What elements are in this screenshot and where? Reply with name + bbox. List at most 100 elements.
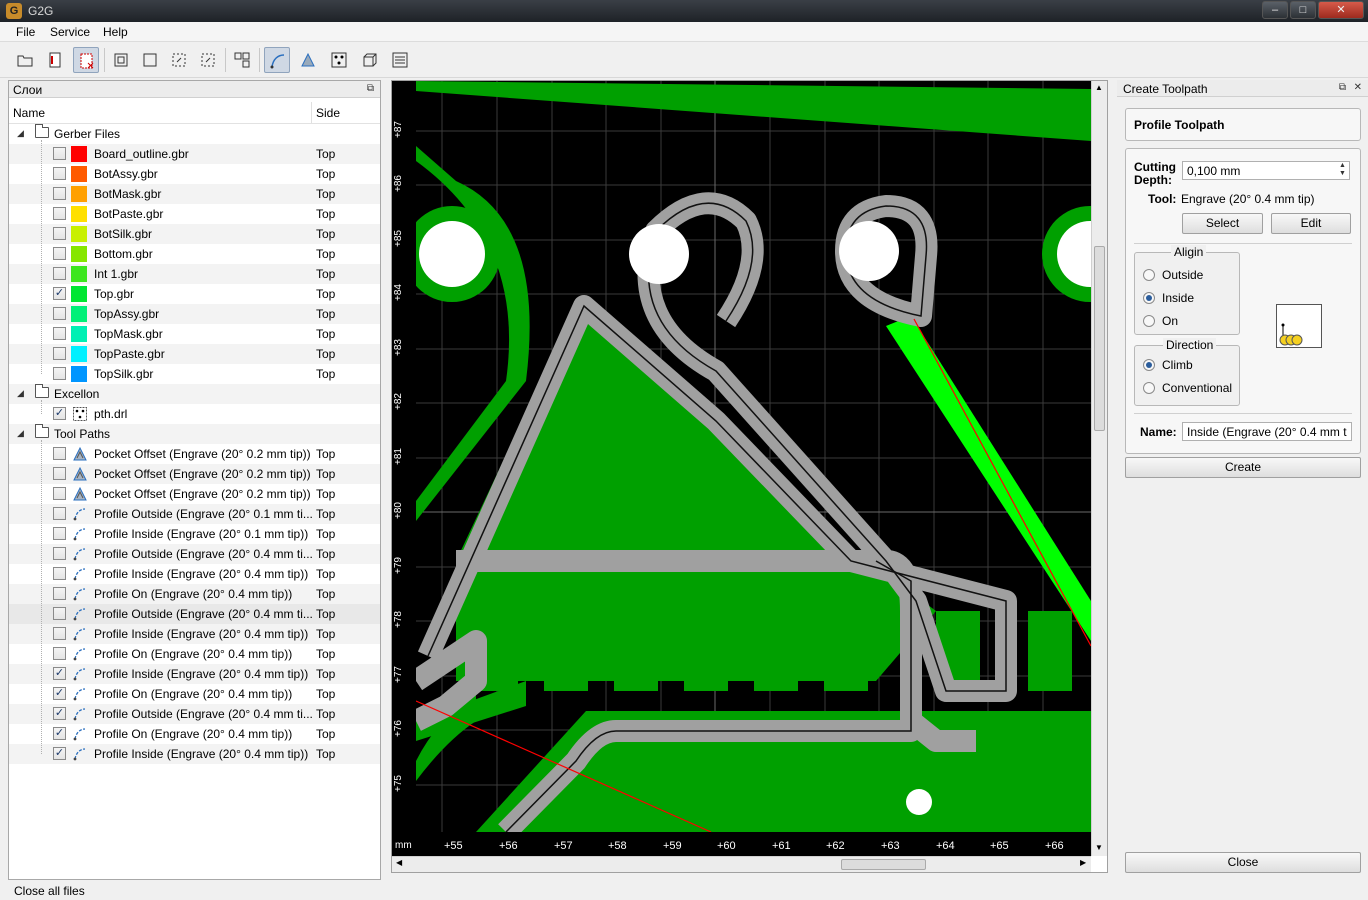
open-file-icon[interactable] [12,47,38,73]
layer-row[interactable]: ✓ Profile Inside (Engrave (20° 0.4 mm tip… [9,744,380,764]
align-outside-label[interactable]: Outside [1162,268,1203,282]
horizontal-scroll-thumb[interactable] [841,859,926,870]
layer-color-swatch[interactable] [71,146,87,162]
menu-file[interactable]: File [16,25,35,39]
layer-color-swatch[interactable] [71,366,87,382]
layer-row[interactable]: BotPaste.gbr Top [9,204,380,224]
layer-visibility-checkbox[interactable] [53,227,66,240]
tree-group-excellon[interactable]: ◢ Excellon [9,384,380,404]
align-inside-radio[interactable] [1143,292,1155,304]
layer-row[interactable]: ✓ Profile On (Engrave (20° 0.4 mm tip)) To… [9,684,380,704]
layer-row[interactable]: Int 1.gbr Top [9,264,380,284]
layer-color-swatch[interactable] [71,286,87,302]
scroll-right-icon[interactable]: ▶ [1080,858,1086,867]
layer-row[interactable]: Pocket Offset (Engrave (20° 0.2 mm tip))… [9,444,380,464]
layer-visibility-checkbox[interactable]: ✓ [53,727,66,740]
column-side[interactable]: Side [316,106,340,120]
layer-row[interactable]: BotMask.gbr Top [9,184,380,204]
layer-visibility-checkbox[interactable] [53,367,66,380]
scroll-up-icon[interactable]: ▲ [1095,83,1103,92]
toolpath-name-input[interactable] [1182,422,1352,441]
layer-row[interactable]: Pocket Offset (Engrave (20° 0.2 mm tip))… [9,484,380,504]
layer-color-swatch[interactable] [71,166,87,182]
layer-visibility-checkbox[interactable] [53,647,66,660]
layer-color-swatch[interactable] [71,346,87,362]
layer-row[interactable]: Pocket Offset (Engrave (20° 0.2 mm tip))… [9,464,380,484]
close-file-icon[interactable] [73,47,99,73]
layer-visibility-checkbox[interactable] [53,327,66,340]
depth-spinner-icon[interactable]: ▲ ▼ [1339,162,1346,178]
layer-visibility-checkbox[interactable] [53,147,66,160]
vertical-scroll-thumb[interactable] [1094,246,1105,431]
layer-visibility-checkbox[interactable]: ✓ [53,687,66,700]
layer-visibility-checkbox[interactable] [53,567,66,580]
layer-row[interactable]: ✓ Profile Inside (Engrave (20° 0.4 mm tip… [9,664,380,684]
layer-row[interactable]: Profile Inside (Engrave (20° 0.4 mm tip)… [9,624,380,644]
align-on-label[interactable]: On [1162,314,1178,328]
layer-color-swatch[interactable] [71,266,87,282]
layer-row[interactable]: TopAssy.gbr Top [9,304,380,324]
align-on-radio[interactable] [1143,315,1155,327]
tree-group-tool-paths[interactable]: ◢ Tool Paths [9,424,380,444]
select-tool-button[interactable]: Select [1182,213,1263,234]
drill-icon[interactable] [326,47,352,73]
minimize-button[interactable]: – [1262,1,1288,19]
layer-visibility-checkbox[interactable] [53,607,66,620]
menu-service[interactable]: Service [50,25,90,39]
layer-visibility-checkbox[interactable] [53,447,66,460]
layer-row[interactable]: BotAssy.gbr Top [9,164,380,184]
layer-visibility-checkbox[interactable]: ✓ [53,407,66,420]
layer-row[interactable]: Bottom.gbr Top [9,244,380,264]
direction-conventional-radio[interactable] [1143,382,1155,394]
collapse-arrow-icon[interactable]: ◢ [17,428,24,439]
collapse-arrow-icon[interactable]: ◢ [17,388,24,399]
create-button[interactable]: Create [1125,457,1361,478]
layer-visibility-checkbox[interactable]: ✓ [53,287,66,300]
float-panel-icon[interactable]: ⧉ [1339,82,1346,93]
maximize-button[interactable]: □ [1290,1,1316,19]
layer-color-swatch[interactable] [71,306,87,322]
layer-visibility-checkbox[interactable] [53,187,66,200]
layer-row[interactable]: Profile On (Engrave (20° 0.4 mm tip)) Top [9,584,380,604]
layer-visibility-checkbox[interactable] [53,487,66,500]
layer-visibility-checkbox[interactable] [53,467,66,480]
layer-row[interactable]: TopPaste.gbr Top [9,344,380,364]
layer-visibility-checkbox[interactable] [53,207,66,220]
layer-row[interactable]: ✓ pth.drl [9,404,380,424]
float-panel-icon[interactable]: ⧉ [367,83,374,94]
layer-row[interactable]: TopMask.gbr Top [9,324,380,344]
layer-row[interactable]: Profile Outside (Engrave (20° 0.1 mm ti.… [9,504,380,524]
layer-color-swatch[interactable] [71,326,87,342]
zoom-select-icon[interactable] [229,47,255,73]
align-inside-label[interactable]: Inside [1162,291,1194,305]
settings-list-icon[interactable] [387,47,413,73]
layer-visibility-checkbox[interactable] [53,267,66,280]
tree-group-gerber-files[interactable]: ◢ Gerber Files [9,124,380,144]
layer-color-swatch[interactable] [71,246,87,262]
column-name[interactable]: Name [13,106,45,120]
layer-row[interactable]: TopSilk.gbr Top [9,364,380,384]
layer-visibility-checkbox[interactable] [53,167,66,180]
close-button[interactable]: Close [1125,852,1361,873]
pcb-viewer[interactable]: +87 +86 +85 +84 +83 +82 +81 +80 +79 +78 +77 +76 +75 [391,80,1108,873]
layer-row[interactable]: ✓ Profile Outside (Engrave (20° 0.4 mm ti… [9,704,380,724]
layer-row[interactable]: ✓ Profile On (Engrave (20° 0.4 mm tip)) To… [9,724,380,744]
horizontal-scrollbar[interactable]: ◀ ▶ [392,856,1091,872]
menu-help[interactable]: Help [103,25,128,39]
layer-visibility-checkbox[interactable] [53,307,66,320]
layer-visibility-checkbox[interactable] [53,507,66,520]
pcb-drawing[interactable] [416,81,1091,832]
layer-color-swatch[interactable] [71,186,87,202]
zoom-out-icon[interactable] [195,47,221,73]
layer-color-swatch[interactable] [71,206,87,222]
layer-row[interactable]: Board_outline.gbr Top [9,144,380,164]
collapse-arrow-icon[interactable]: ◢ [17,128,24,139]
scroll-down-icon[interactable]: ▼ [1095,843,1103,852]
scroll-left-icon[interactable]: ◀ [396,858,402,867]
zoom-rect-icon[interactable] [137,47,163,73]
layer-row[interactable]: Profile Outside (Engrave (20° 0.4 mm ti.… [9,544,380,564]
direction-climb-radio[interactable] [1143,359,1155,371]
3d-view-icon[interactable] [356,47,382,73]
layer-visibility-checkbox[interactable] [53,547,66,560]
cutting-depth-input[interactable] [1182,161,1350,180]
